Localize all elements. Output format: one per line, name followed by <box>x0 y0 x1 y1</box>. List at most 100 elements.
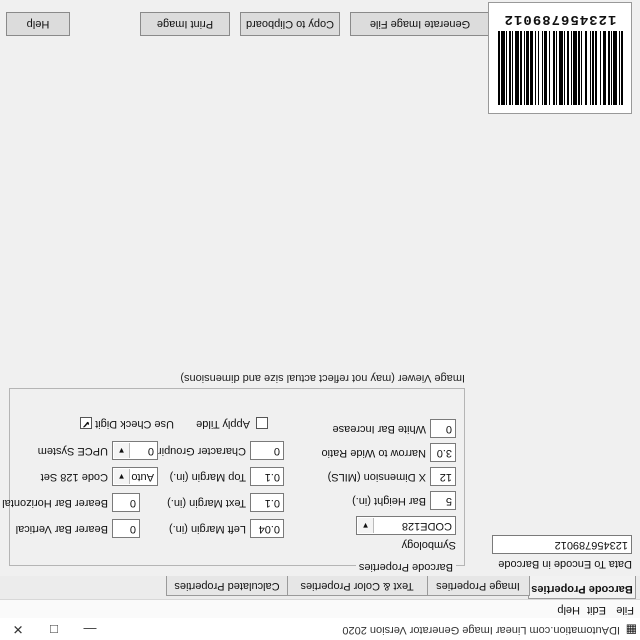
white-bar-increase-input[interactable]: 0 <box>430 419 456 438</box>
help-button[interactable]: Help <box>6 12 70 36</box>
character-grouping-input[interactable]: 0 <box>250 441 284 460</box>
bearer-bar-vertical-label: Bearer Bar Vertical <box>15 523 108 535</box>
menu-help[interactable]: Help <box>557 604 580 616</box>
barcode-bar <box>591 31 594 105</box>
menu-file[interactable]: File <box>616 604 634 616</box>
barcode-bar <box>519 31 522 105</box>
barcode-bar <box>618 31 620 105</box>
apply-tilde-label: Apply Tilde <box>196 418 250 430</box>
maximize-button[interactable]: □ <box>36 618 72 640</box>
top-margin-label: Top Margin (in.) <box>169 471 246 483</box>
barcode-bar <box>602 31 606 105</box>
upce-system-value: 0 <box>147 445 154 457</box>
barcode-bar <box>512 31 514 105</box>
character-grouping-label: Character Grouping <box>149 445 246 457</box>
tab-text-color-properties[interactable]: Text & Color Properties <box>286 576 428 596</box>
barcode-bar <box>613 31 617 105</box>
rotated-screenshot: ▦ IDAutomation.com Linear Image Generato… <box>0 0 640 640</box>
barcode-bar <box>526 31 530 105</box>
barcode-bar <box>607 31 611 105</box>
chevron-down-icon[interactable]: ▼ <box>358 518 374 533</box>
chevron-down-icon[interactable]: ▼ <box>114 443 130 458</box>
bearer-bar-horizontal-label: Bearer Bar Horizontal <box>2 497 108 509</box>
code128-set-label: Code 128 Set <box>40 471 108 483</box>
left-margin-input[interactable]: 0.04 <box>250 519 284 538</box>
use-check-digit-label: Use Check Digit <box>95 418 174 430</box>
x-dimension-label: X Dimension (MILS) <box>327 471 426 483</box>
barcode-bar <box>556 31 558 105</box>
tab-strip: Barcode Properties Image Properties Text… <box>0 575 640 600</box>
data-to-encode-label: Data To Encode in Barcode <box>498 558 632 570</box>
code128-set-select[interactable]: Auto ▼ <box>112 467 158 486</box>
text-margin-input[interactable]: 0.1 <box>250 493 284 512</box>
symbology-value: CODE128 <box>401 520 452 532</box>
x-dimension-input[interactable]: 12 <box>430 467 456 486</box>
barcode-bars <box>497 31 623 105</box>
barcode-properties-group: Barcode Properties Symbology CODE128 ▼ B… <box>2 388 465 573</box>
menu-bar: File Edit Help <box>0 599 640 618</box>
tab-calculated-properties[interactable]: Calculated Properties <box>166 576 288 596</box>
barcode-bar <box>585 31 588 105</box>
barcode-bar <box>548 31 550 105</box>
narrow-wide-ratio-label: Narrow to Wide Ratio <box>321 447 426 459</box>
window-title: IDAutomation.com Linear Image Generator … <box>342 624 620 636</box>
bearer-bar-horizontal-input[interactable]: 0 <box>112 493 140 512</box>
barcode-properties-group-label: Barcode Properties <box>355 561 456 573</box>
data-to-encode-input[interactable]: 123456789012 <box>492 535 632 554</box>
upce-system-select[interactable]: 0 ▼ <box>112 441 158 460</box>
barcode-bar <box>571 31 573 105</box>
text-margin-label: Text Margin (in.) <box>167 497 246 509</box>
barcode-bar <box>544 31 547 105</box>
barcode-bar <box>567 31 570 105</box>
tab-image-properties[interactable]: Image Properties <box>426 576 530 596</box>
bearer-bar-vertical-input[interactable]: 0 <box>112 519 140 538</box>
barcode-bar <box>523 31 525 105</box>
generate-image-file-button[interactable]: Generate Image File <box>350 12 490 36</box>
apply-tilde-checkbox[interactable] <box>256 417 268 429</box>
barcode-bar <box>611 31 613 105</box>
chevron-down-icon[interactable]: ▼ <box>114 469 130 484</box>
barcode-bar <box>553 31 556 105</box>
close-button[interactable]: ✕ <box>0 618 36 640</box>
menu-edit[interactable]: Edit <box>587 604 606 616</box>
barcode-bar <box>498 31 501 105</box>
minimize-button[interactable]: — <box>72 618 108 640</box>
bar-height-label: Bar Height (in.) <box>352 495 426 507</box>
barcode-preview: 123456789012 <box>488 2 632 114</box>
barcode-bar <box>537 31 539 105</box>
barcode-bar <box>505 31 507 105</box>
barcode-bar <box>501 31 505 105</box>
white-bar-increase-label: White Bar Increase <box>332 423 426 435</box>
bar-height-input[interactable]: 5 <box>430 491 456 510</box>
top-margin-input[interactable]: 0.1 <box>250 467 284 486</box>
barcode-bar <box>595 31 598 105</box>
print-image-button[interactable]: Print Image <box>140 12 230 36</box>
barcode-bar <box>589 31 591 105</box>
barcode-human-readable: 123456789012 <box>503 11 617 27</box>
symbology-label: Symbology <box>401 539 456 551</box>
symbology-select[interactable]: CODE128 ▼ <box>356 516 456 535</box>
title-bar: ▦ IDAutomation.com Linear Image Generato… <box>0 618 640 640</box>
application-window: ▦ IDAutomation.com Linear Image Generato… <box>0 0 640 640</box>
narrow-wide-ratio-input[interactable]: 3.0 <box>430 443 456 462</box>
barcode-bar <box>581 31 583 105</box>
barcode-bar <box>559 31 563 105</box>
barcode-bar <box>515 31 519 105</box>
image-viewer-note: Image Viewer (may not reflect actual siz… <box>180 372 465 384</box>
barcode-bar <box>573 31 577 105</box>
left-margin-label: Left Margin (in.) <box>168 523 246 535</box>
barcode-bar <box>530 31 533 105</box>
barcode-bar <box>620 31 623 105</box>
app-icon: ▦ <box>625 623 637 637</box>
upce-system-label: UPCE System <box>37 445 108 457</box>
tab-barcode-properties[interactable]: Barcode Properties <box>528 575 636 599</box>
barcode-bar <box>534 31 536 105</box>
copy-to-clipboard-button[interactable]: Copy to Clipboard <box>240 12 340 36</box>
barcode-bar <box>508 31 511 105</box>
barcode-bar <box>542 31 544 105</box>
use-check-digit-checkbox[interactable]: ✔ <box>80 417 92 429</box>
barcode-bar <box>600 31 602 105</box>
code128-set-value: Auto <box>131 471 154 483</box>
barcode-bar <box>577 31 580 105</box>
barcode-bar <box>563 31 565 105</box>
